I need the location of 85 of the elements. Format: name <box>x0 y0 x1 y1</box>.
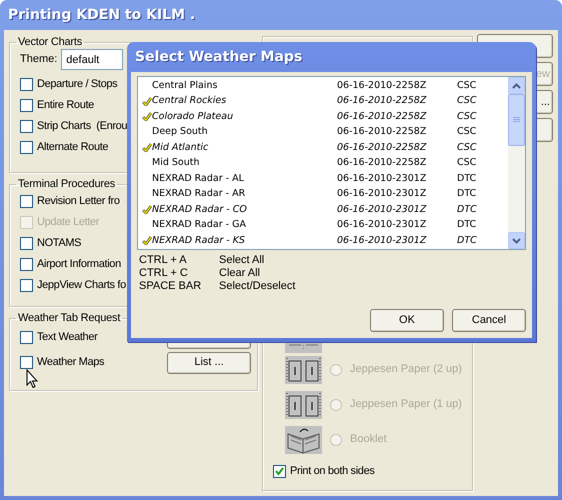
checkbox-label: Alternate Route <box>37 140 108 156</box>
checkbox-label: Text Weather <box>37 330 98 346</box>
shortcut-key: CTRL + A <box>139 254 219 267</box>
map-name[interactable]: Central Rockies <box>152 94 226 108</box>
scrollbar[interactable] <box>508 77 525 249</box>
map-date: 06-16-2010-2301Z <box>337 188 426 200</box>
map-name[interactable]: NEXRAD Radar - GA <box>152 218 246 232</box>
checkbox[interactable] <box>20 237 33 250</box>
checkbox[interactable] <box>20 331 33 344</box>
ok-button[interactable]: OK <box>370 309 444 332</box>
map-code: DTC <box>457 172 476 186</box>
theme-label: Theme: <box>20 52 58 68</box>
map-date: 06-16-2010-2258Z <box>337 157 426 168</box>
map-code: DTC <box>457 187 476 202</box>
group-label: Terminal Procedures <box>17 177 116 191</box>
map-date: 06-16-2010-2301Z <box>337 172 426 184</box>
map-date: 06-16-2010-2258Z <box>337 80 426 91</box>
checkbox-label: Update Letter <box>37 215 100 230</box>
radio-label: Jeppesen Paper (1 up) <box>350 397 462 412</box>
radio-label: Booklet <box>350 432 387 448</box>
layout-icon <box>285 390 322 418</box>
checkbox[interactable] <box>273 465 286 478</box>
map-code: CSC <box>457 125 476 140</box>
map-name[interactable]: NEXRAD Radar - AR <box>152 187 246 202</box>
shortcut-key: CTRL + C <box>139 267 219 280</box>
map-code: DTC <box>457 202 477 217</box>
checkbox[interactable] <box>20 78 33 91</box>
group-label: Vector Charts <box>17 35 84 49</box>
scroll-thumb[interactable] <box>508 94 525 146</box>
radio-label: Jeppesen Paper (2 up) <box>350 362 462 378</box>
layout-icon <box>285 356 322 384</box>
list-button[interactable]: List ... <box>167 352 252 374</box>
map-date: 06-16-2010-2301Z <box>337 219 426 230</box>
checkbox-label: JeppView Charts fo <box>37 278 126 294</box>
map-name[interactable]: Mid South <box>152 156 200 170</box>
checkbox[interactable] <box>20 99 33 112</box>
checkbox[interactable] <box>20 195 33 208</box>
checkbox-label: Strip Charts (Enrou <box>37 119 128 134</box>
map-code: CSC <box>457 140 476 155</box>
map-code: CSC <box>457 110 476 124</box>
map-name[interactable]: Central Plains <box>152 78 218 93</box>
map-name[interactable]: NEXRAD Radar - KS <box>152 234 245 248</box>
map-code: CSC <box>457 78 476 93</box>
window-title: Printing KDEN to KILM . <box>7 6 196 25</box>
map-code: DTC <box>457 218 476 232</box>
map-name[interactable]: NEXRAD Radar - AL <box>152 172 244 186</box>
map-code: CSC <box>457 94 476 108</box>
checkbox[interactable] <box>20 141 33 154</box>
map-code: CSC <box>457 156 476 170</box>
map-name[interactable]: NEXRAD Radar - CO <box>152 202 247 217</box>
checkbox[interactable] <box>20 279 33 292</box>
shortcut-action: Select All <box>219 254 264 267</box>
checkbox-label: Departure / Stops <box>37 77 118 92</box>
map-name[interactable]: Mid Atlantic <box>152 140 208 155</box>
checkbox-label: NOTAMS <box>37 236 82 252</box>
checkbox-label: Weather Maps <box>37 355 104 370</box>
mouse-pointer-icon <box>26 369 38 389</box>
chevron-up-icon <box>512 82 521 88</box>
map-date: 06-16-2010-2258Z <box>337 95 426 106</box>
checkbox-label: Print on both sides <box>290 464 374 480</box>
dialog-title: Select Weather Maps <box>134 48 304 67</box>
scroll-down-button[interactable] <box>508 232 525 249</box>
shortcut-action: Clear All <box>219 267 260 280</box>
map-date: 06-16-2010-2301Z <box>337 204 426 215</box>
group-label: Weather Tab Request <box>17 311 122 325</box>
map-date: 06-16-2010-2258Z <box>337 126 426 138</box>
map-date: 06-16-2010-2258Z <box>337 110 426 122</box>
map-name[interactable]: Colorado Plateau <box>152 110 234 124</box>
cancel-button[interactable]: Cancel <box>452 309 526 332</box>
checkbox[interactable] <box>20 120 33 133</box>
shortcut-action: Select/Deselect <box>219 280 296 293</box>
chevron-down-icon <box>512 238 521 244</box>
checkbox[interactable] <box>20 258 33 271</box>
checkbox-label: Airport Information <box>37 257 121 272</box>
map-code: DTC <box>457 234 477 248</box>
shortcut-key: SPACE BAR <box>139 280 219 293</box>
checkbox-label: Entire Route <box>37 98 94 114</box>
checkbox-label: Revision Letter fro <box>37 194 120 210</box>
map-date: 06-16-2010-2301Z <box>337 234 426 246</box>
checkbox[interactable] <box>20 356 33 369</box>
layout-icon <box>285 426 322 454</box>
map-name[interactable]: Deep South <box>152 125 208 140</box>
map-date: 06-16-2010-2258Z <box>337 142 426 153</box>
theme-field[interactable]: default <box>61 49 124 70</box>
scroll-up-button[interactable] <box>508 77 525 94</box>
